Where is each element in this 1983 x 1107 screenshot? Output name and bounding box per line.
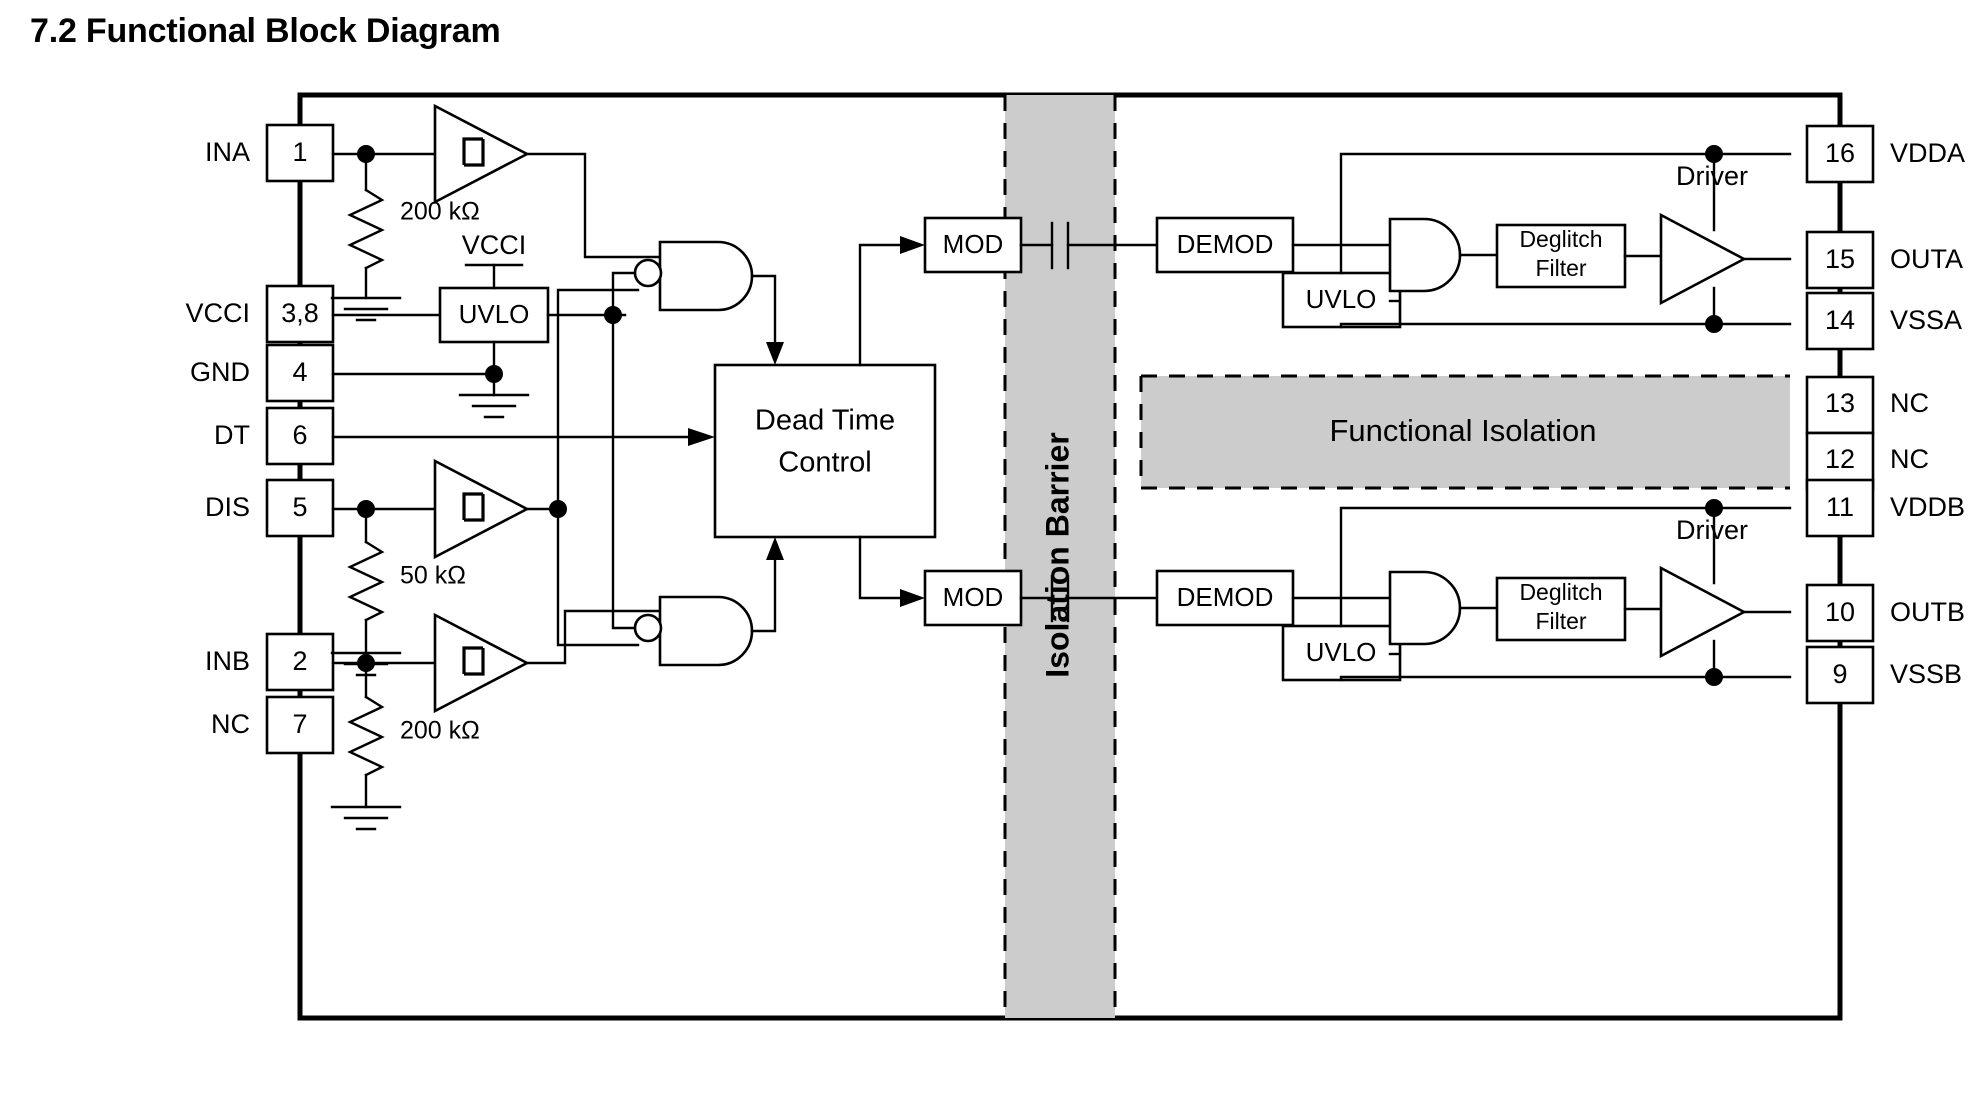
pin-vdda-number: 16 xyxy=(1825,138,1855,168)
pin-gnd-label: GND xyxy=(190,357,250,387)
functional-block-diagram: Isolation Barrier Functional Isolation 1… xyxy=(0,55,1983,1055)
ground-symbol-uvlo xyxy=(458,372,530,419)
pin-nc12-label: NC xyxy=(1890,444,1929,474)
mod-b-label: MOD xyxy=(943,582,1004,612)
pin-outa-label: OUTA xyxy=(1890,244,1963,274)
pin-vddb[interactable]: 11 VDDB xyxy=(1805,478,1965,538)
resistor-value-inb: 200 kΩ xyxy=(400,717,480,745)
pin-ina-label: INA xyxy=(205,137,250,167)
uvlo-primary-label: UVLO xyxy=(459,299,530,329)
ground-symbol-inb xyxy=(330,805,402,831)
pin-outa[interactable]: 15 OUTA xyxy=(1805,230,1963,290)
pin-nc7-label: NC xyxy=(211,709,250,739)
pin-vssb-label: VSSB xyxy=(1890,659,1962,689)
demod-a-block: DEMOD xyxy=(1155,216,1295,274)
schmitt-trigger-dis xyxy=(433,458,530,560)
nand-gate-a xyxy=(633,240,784,365)
pin-nc13-label: NC xyxy=(1890,388,1929,418)
resistor-value-ina: 200 kΩ xyxy=(400,198,480,226)
uvlo-a-label: UVLO xyxy=(1306,284,1377,314)
pin-dt[interactable]: 6 DT xyxy=(214,406,335,466)
ground-symbol-ina xyxy=(330,296,402,322)
demod-a-label: DEMOD xyxy=(1177,229,1274,259)
schmitt-trigger-ina xyxy=(433,103,530,205)
schmitt-trigger-inb xyxy=(433,612,530,714)
deglitch-a-label-1: Deglitch xyxy=(1519,226,1602,252)
uvlo-primary-supply-label: VCCI xyxy=(462,230,527,260)
isolation-barrier-label: Isolation Barrier xyxy=(1039,432,1075,677)
deglitch-b-label-2: Filter xyxy=(1535,608,1586,634)
dt-signal-path xyxy=(331,428,715,446)
mod-a-label: MOD xyxy=(943,229,1004,259)
pin-dt-number: 6 xyxy=(292,420,307,450)
demod-b-block: DEMOD xyxy=(1155,569,1295,627)
dead-time-control-label-1: Dead Time xyxy=(755,405,895,437)
pin-outb-label: OUTB xyxy=(1890,597,1965,627)
pin-nc13-number: 13 xyxy=(1825,388,1855,418)
pin-nc12-number: 12 xyxy=(1825,444,1855,474)
pin-vssa[interactable]: 14 VSSA xyxy=(1805,291,1962,351)
pin-dt-label: DT xyxy=(214,420,250,450)
pin-nc7[interactable]: 7 NC xyxy=(211,695,335,755)
nand-gate-b xyxy=(633,537,784,667)
output-stage-b: UVLO Deglitch Filter Driver xyxy=(1281,499,1792,686)
pin-ina-number: 1 xyxy=(292,137,307,167)
pin-dis[interactable]: 5 DIS xyxy=(205,478,335,538)
deglitch-b-label-1: Deglitch xyxy=(1519,579,1602,605)
dtc-to-mod-b xyxy=(858,535,925,607)
pin-vcci-number: 3,8 xyxy=(281,298,319,328)
pin-vddb-label: VDDB xyxy=(1890,492,1965,522)
deglitch-a-label-2: Filter xyxy=(1535,255,1586,281)
dead-time-control-block: Dead Time Control xyxy=(713,363,937,539)
pin-vcci[interactable]: 3,8 VCCI xyxy=(185,284,335,344)
pin-dis-label: DIS xyxy=(205,492,250,522)
pin-inb-label: INB xyxy=(205,646,250,676)
pin-vcci-label: VCCI xyxy=(185,298,250,328)
pin-gnd-number: 4 xyxy=(292,357,307,387)
mod-b-block: MOD xyxy=(923,569,1023,627)
output-stage-a: UVLO Deglitch Filter Driver xyxy=(1281,145,1792,333)
pin-vdda[interactable]: 16 VDDA xyxy=(1805,124,1965,184)
inb-signal-path: 200 kΩ xyxy=(330,609,662,831)
pin-vssa-label: VSSA xyxy=(1890,305,1962,335)
pin-outb-number: 10 xyxy=(1825,597,1855,627)
pin-inb-number: 2 xyxy=(292,646,307,676)
pin-vdda-label: VDDA xyxy=(1890,138,1965,168)
pin-vssb[interactable]: 9 VSSB xyxy=(1805,645,1962,705)
resistor-value-dis: 50 kΩ xyxy=(400,562,466,590)
pin-outb[interactable]: 10 OUTB xyxy=(1805,583,1965,643)
uvlo-b-label: UVLO xyxy=(1306,637,1377,667)
pin-gnd[interactable]: 4 GND xyxy=(190,343,335,403)
pin-dis-number: 5 xyxy=(292,492,307,522)
mod-a-block: MOD xyxy=(923,216,1023,274)
functional-isolation-label: Functional Isolation xyxy=(1329,413,1596,448)
pin-vssb-number: 9 xyxy=(1832,659,1847,689)
driver-b-label: Driver xyxy=(1676,515,1748,545)
dead-time-control-label-2: Control xyxy=(778,447,872,479)
pin-nc7-number: 7 xyxy=(292,709,307,739)
pin-vssa-number: 14 xyxy=(1825,305,1855,335)
pin-nc13[interactable]: 13 NC xyxy=(1805,375,1929,435)
pin-outa-number: 15 xyxy=(1825,244,1855,274)
pin-vddb-number: 11 xyxy=(1826,492,1854,522)
demod-b-label: DEMOD xyxy=(1177,582,1274,612)
pin-inb[interactable]: 2 INB xyxy=(205,632,335,692)
functional-isolation: Functional Isolation xyxy=(1139,374,1790,490)
dis-signal-path: 50 kΩ xyxy=(330,288,640,677)
pin-ina[interactable]: 1 INA xyxy=(205,123,335,183)
copyright-text: Copyright © 2018, Texas Instruments Inco… xyxy=(1304,1053,1840,1055)
page-title: 7.2 Functional Block Diagram xyxy=(30,12,501,50)
driver-a-label: Driver xyxy=(1676,161,1748,191)
dtc-to-mod-a xyxy=(858,236,925,367)
